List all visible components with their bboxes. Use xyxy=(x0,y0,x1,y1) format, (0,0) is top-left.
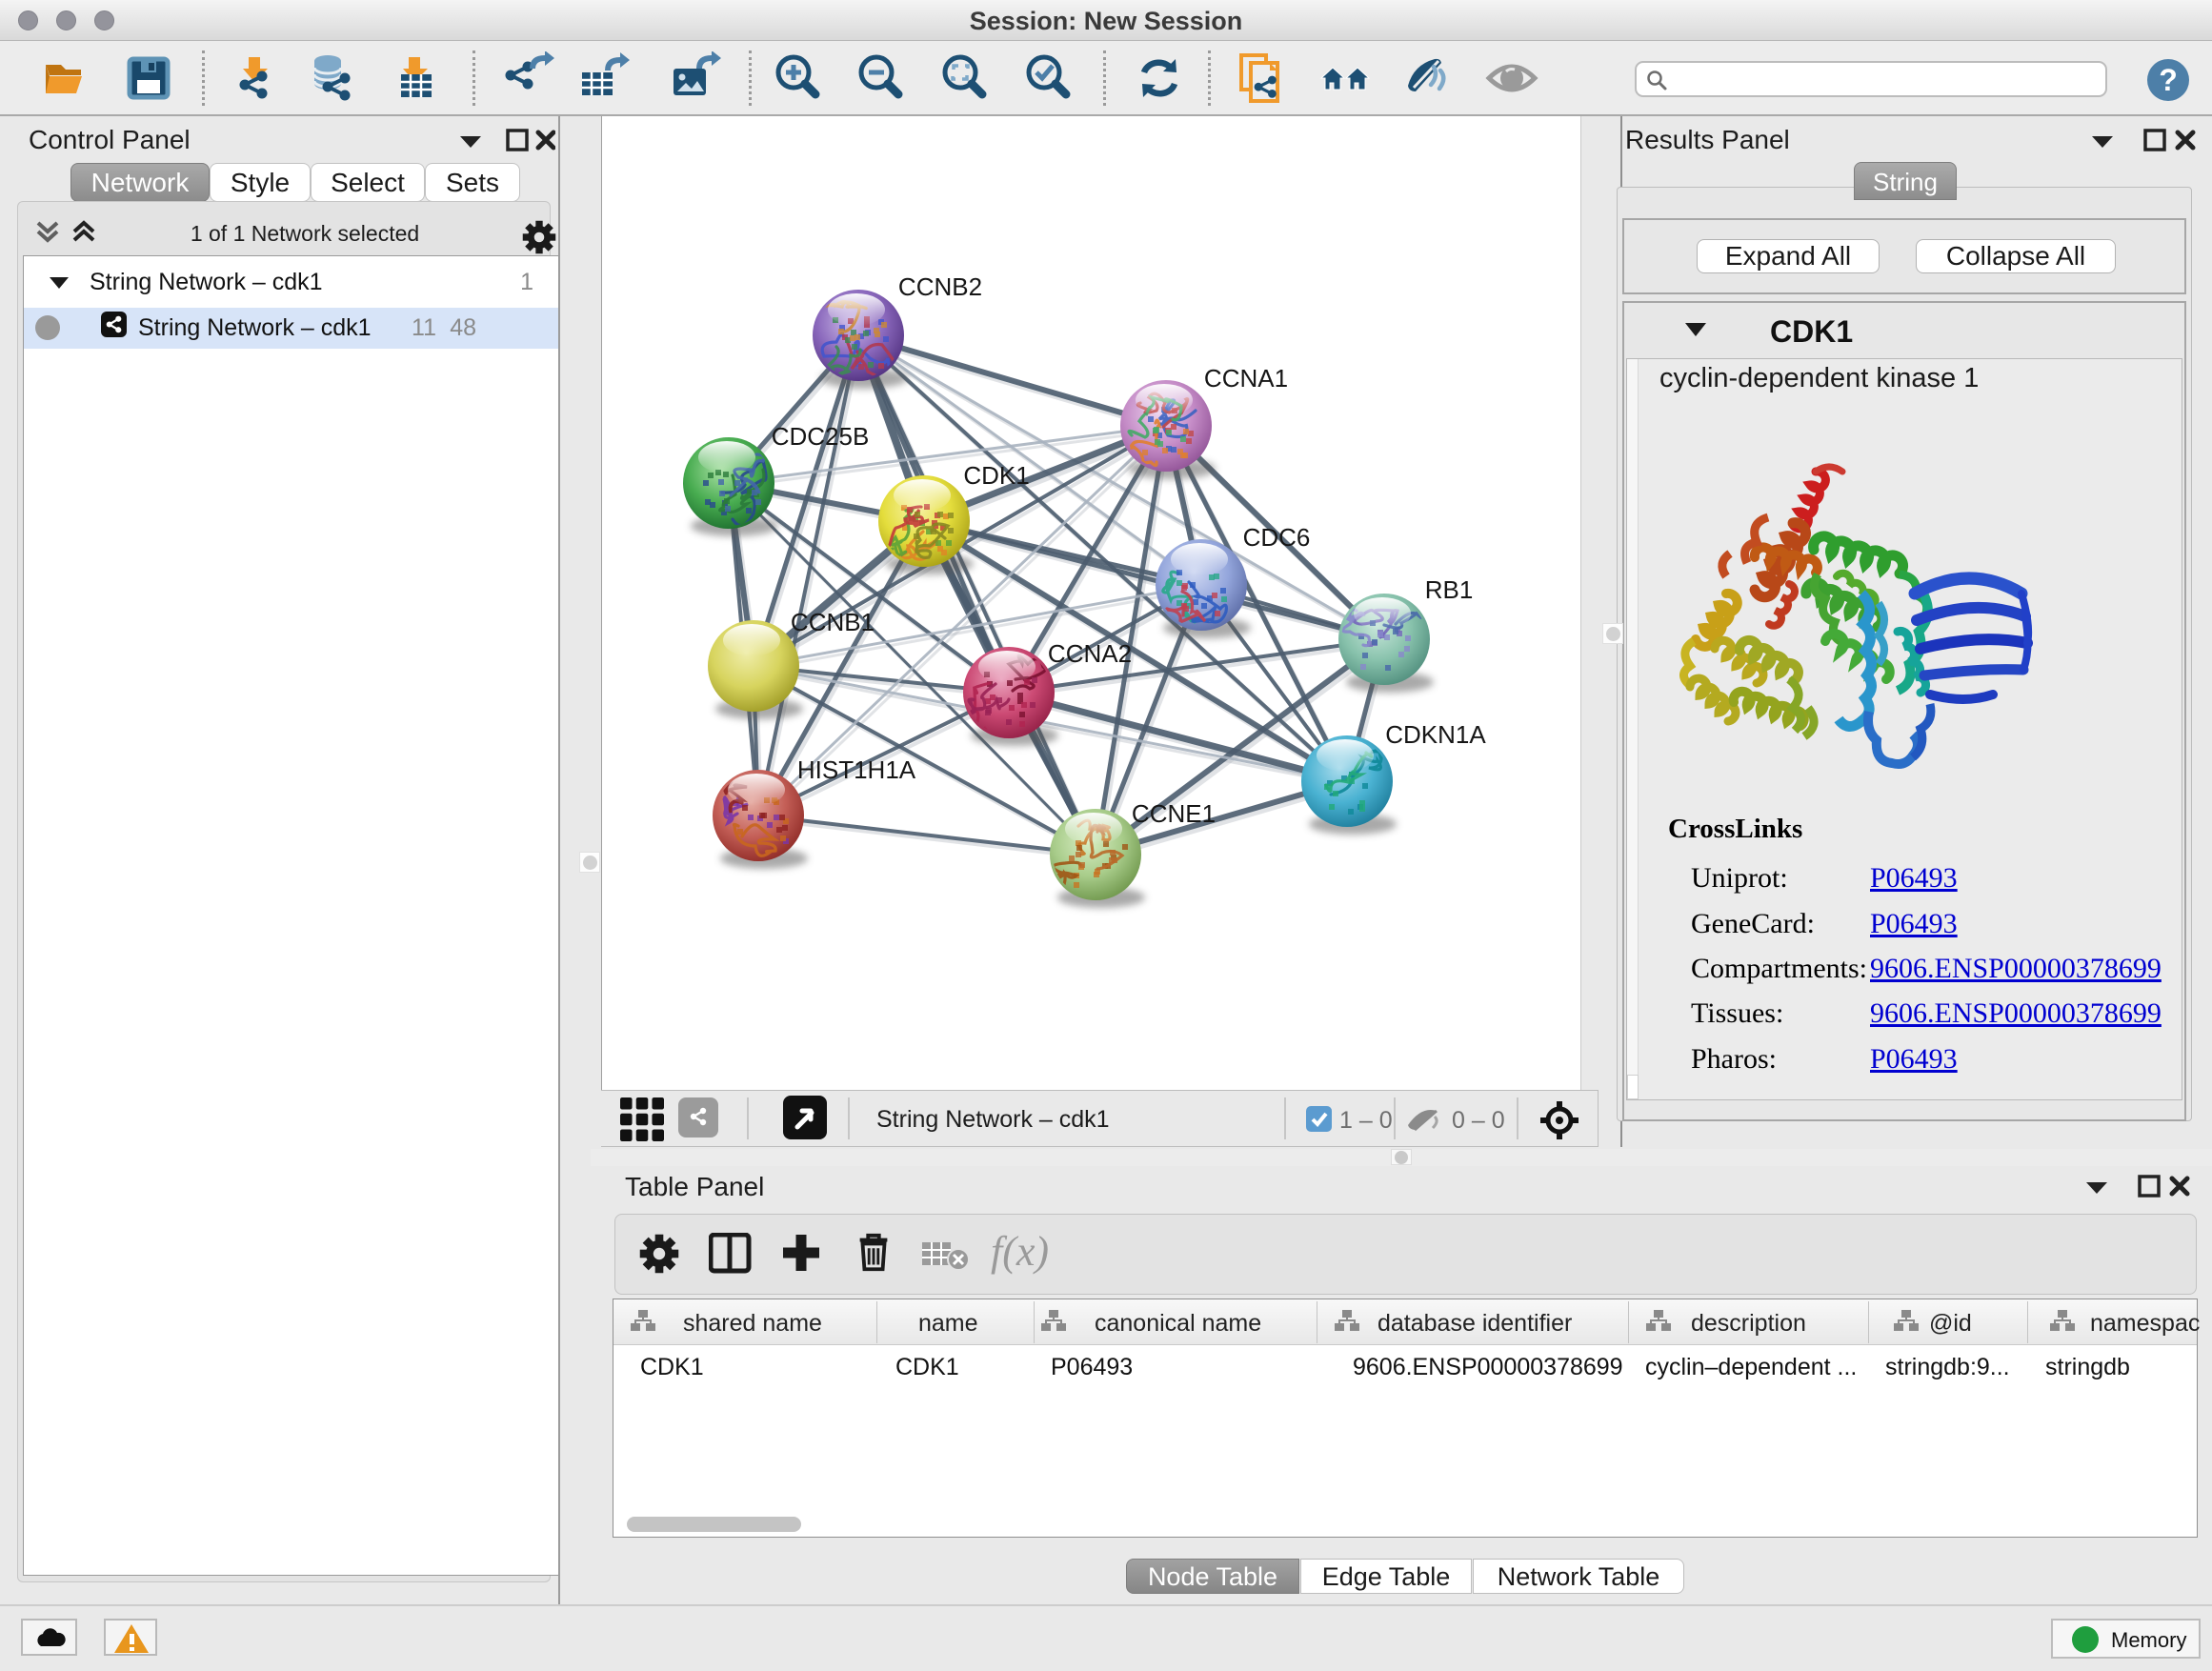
svg-text:?: ? xyxy=(2159,63,2178,97)
svg-text:CDKN1A: CDKN1A xyxy=(1385,720,1486,749)
svg-text:RB1: RB1 xyxy=(1425,575,1474,604)
svg-text:CCNA2: CCNA2 xyxy=(1048,639,1132,668)
svg-text:CCNA1: CCNA1 xyxy=(1204,364,1288,393)
svg-text:CCNB1: CCNB1 xyxy=(791,608,875,636)
svg-text:CCNB2: CCNB2 xyxy=(898,272,982,301)
svg-text:HIST1H1A: HIST1H1A xyxy=(797,755,916,784)
svg-text:CDC25B: CDC25B xyxy=(772,422,870,451)
svg-text:CCNE1: CCNE1 xyxy=(1132,799,1216,828)
svg-text:CDC6: CDC6 xyxy=(1243,523,1311,552)
svg-text:CDK1: CDK1 xyxy=(963,461,1029,490)
